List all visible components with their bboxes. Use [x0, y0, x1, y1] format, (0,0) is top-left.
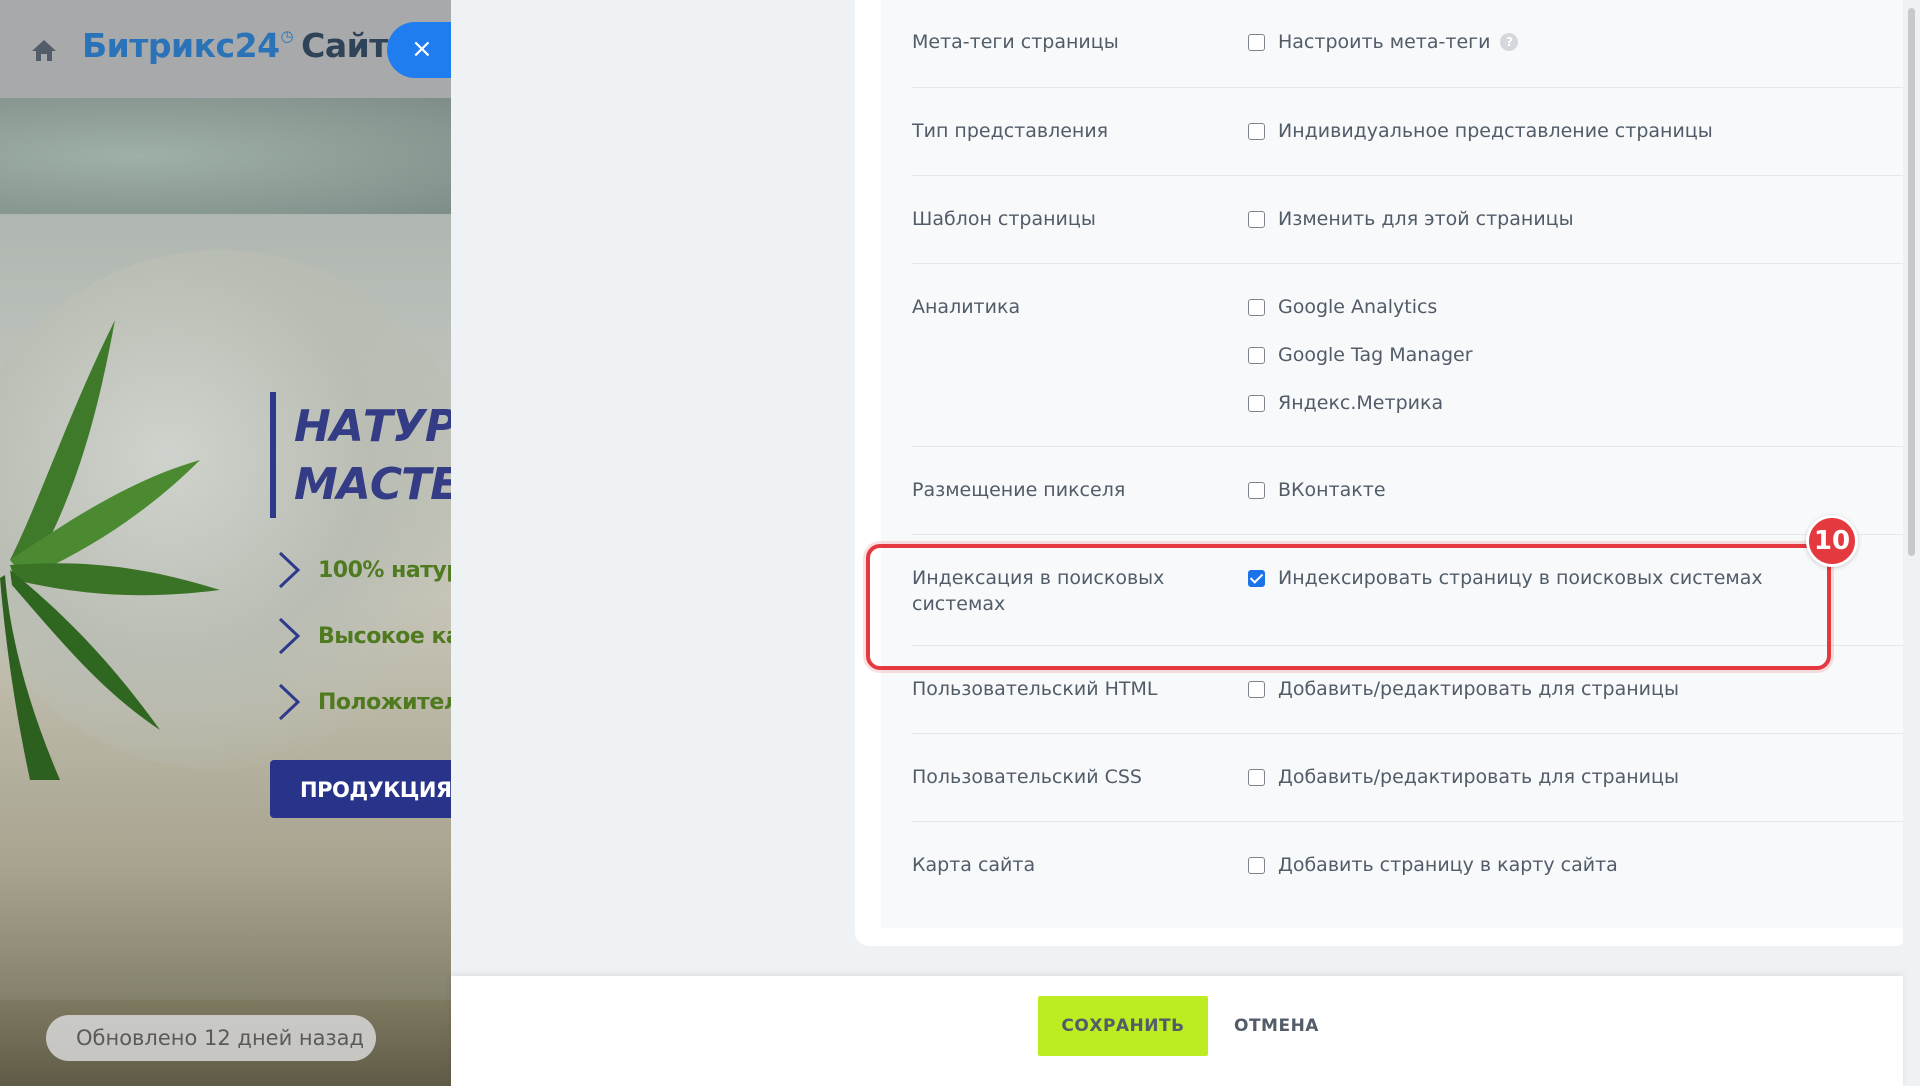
checkbox[interactable] [1248, 33, 1265, 51]
settings-option-label[interactable]: Яндекс.Метрика [1278, 392, 1443, 414]
settings-row-label: Тип представления [912, 120, 1109, 142]
settings-option[interactable]: Google Analytics [1248, 294, 1437, 320]
chevron-right-icon [278, 617, 301, 655]
settings-row: Размещение пикселя ВКонтакте [912, 446, 1909, 534]
close-slider-button[interactable]: × [387, 22, 459, 78]
settings-option[interactable]: Добавить страницу в карту сайта [1248, 852, 1618, 878]
save-button[interactable]: СОХРАНИТЬ [1038, 996, 1208, 1056]
hero-title: НАТУРА МАСТЕР [294, 398, 451, 514]
bitrix24-sites-logo: Битрикс24 ◷ Сайты [82, 26, 418, 76]
scrollbar[interactable] [1903, 0, 1920, 1086]
cancel-button[interactable]: ОТМЕНА [1234, 996, 1319, 1056]
checkbox[interactable] [1248, 346, 1265, 364]
settings-option[interactable]: Добавить/редактировать для страницы [1248, 676, 1679, 702]
settings-card: Мета-теги страницы Настроить мета-теги? Ти… [855, 0, 1909, 946]
settings-option[interactable]: Настроить мета-теги? [1248, 29, 1519, 55]
settings-option-label[interactable]: Добавить/редактировать для страницы [1278, 678, 1679, 700]
settings-row: Карта сайта Добавить страницу в карту сай… [912, 821, 1909, 921]
checkbox[interactable] [1248, 298, 1265, 316]
checkbox[interactable] [1248, 122, 1265, 140]
settings-option[interactable]: Индивидуальное представление страницы [1248, 118, 1713, 144]
settings-row-label: Мета-теги страницы [912, 31, 1119, 53]
settings-row-label: Пользовательский HTML [912, 678, 1158, 700]
settings-row: Аналитика Google Analytics Google Tag Mana… [912, 263, 1909, 446]
slider-footer: СОХРАНИТЬ ОТМЕНА [451, 976, 1903, 1086]
hero-feature-text: Положитель [318, 689, 451, 715]
settings-row-label: Аналитика [912, 296, 1021, 318]
checkbox[interactable] [1248, 680, 1265, 698]
hero-accent-line [270, 392, 276, 518]
settings-option-label[interactable]: Настроить мета-теги [1278, 31, 1490, 53]
settings-option[interactable]: Изменить для этой страницы [1248, 206, 1574, 232]
settings-option-label[interactable]: Google Analytics [1278, 296, 1437, 318]
settings-row-label: Карта сайта [912, 854, 1036, 876]
help-icon[interactable]: ? [1500, 33, 1519, 51]
chevron-right-icon [278, 683, 301, 721]
checkbox[interactable] [1248, 210, 1265, 228]
products-button[interactable]: ПРОДУКЦИЯ [270, 760, 451, 818]
settings-option-label[interactable]: Изменить для этой страницы [1278, 208, 1574, 230]
scrollbar-thumb[interactable] [1908, 8, 1915, 556]
settings-list: Мета-теги страницы Настроить мета-теги? Ти… [881, 0, 1909, 928]
settings-option[interactable]: Google Tag Manager [1248, 342, 1473, 368]
chevron-right-icon [278, 551, 301, 589]
settings-row: Пользовательский CSS Добавить/редактирова… [912, 733, 1909, 821]
hero-title-line-1: НАТУРА [294, 401, 451, 452]
settings-row: Мета-теги страницы Настроить мета-теги? [912, 0, 1909, 87]
clock-icon: ◷ [280, 27, 294, 45]
settings-row-label: Шаблон страницы [912, 208, 1096, 230]
checkbox[interactable] [1248, 768, 1265, 786]
settings-option-label[interactable]: Google Tag Manager [1278, 344, 1473, 366]
settings-option-label[interactable]: ВКонтакте [1278, 479, 1386, 501]
hero-feature-item: Высокое кач [276, 616, 451, 656]
checkbox[interactable] [1248, 394, 1265, 412]
checkbox[interactable] [1248, 481, 1265, 499]
preview-banner-image [0, 98, 451, 214]
settings-row: Тип представления Индивидуальное представ… [912, 87, 1909, 175]
settings-option-label[interactable]: Индивидуальное представление страницы [1278, 120, 1713, 142]
hero-title-line-2: МАСТЕР [294, 459, 451, 510]
settings-option[interactable]: ВКонтакте [1248, 477, 1386, 503]
checkbox[interactable] [1248, 856, 1265, 874]
home-icon[interactable] [30, 38, 58, 62]
settings-option[interactable]: Яндекс.Метрика [1248, 390, 1443, 416]
hero-feature-item: Положитель [276, 682, 451, 722]
updated-status-pill: Обновлено 12 дней назад [46, 1015, 376, 1061]
settings-row: Шаблон страницы Изменить для этой страниц… [912, 175, 1909, 263]
settings-option-label[interactable]: Добавить страницу в карту сайта [1278, 854, 1618, 876]
hemp-leaf-image [0, 320, 220, 780]
settings-option[interactable]: Добавить/редактировать для страницы [1248, 764, 1679, 790]
hero-feature-text: 100% натура [318, 557, 451, 583]
annotation-highlight-box [866, 544, 1831, 670]
settings-option-label[interactable]: Добавить/редактировать для страницы [1278, 766, 1679, 788]
settings-row-label: Размещение пикселя [912, 479, 1126, 501]
step-number-badge: 10 [1806, 515, 1858, 567]
hero-feature-item: 100% натура [276, 550, 451, 590]
hero-feature-text: Высокое кач [318, 623, 451, 649]
settings-row-label: Пользовательский CSS [912, 766, 1142, 788]
site-preview: НАТУРА МАСТЕР 100% натура Высокое кач По… [0, 0, 451, 1086]
page-settings-slider: Мета-теги страницы Настроить мета-теги? Ти… [451, 0, 1920, 1086]
close-icon: × [411, 34, 433, 64]
brand-name: Битрикс24 [82, 26, 280, 65]
